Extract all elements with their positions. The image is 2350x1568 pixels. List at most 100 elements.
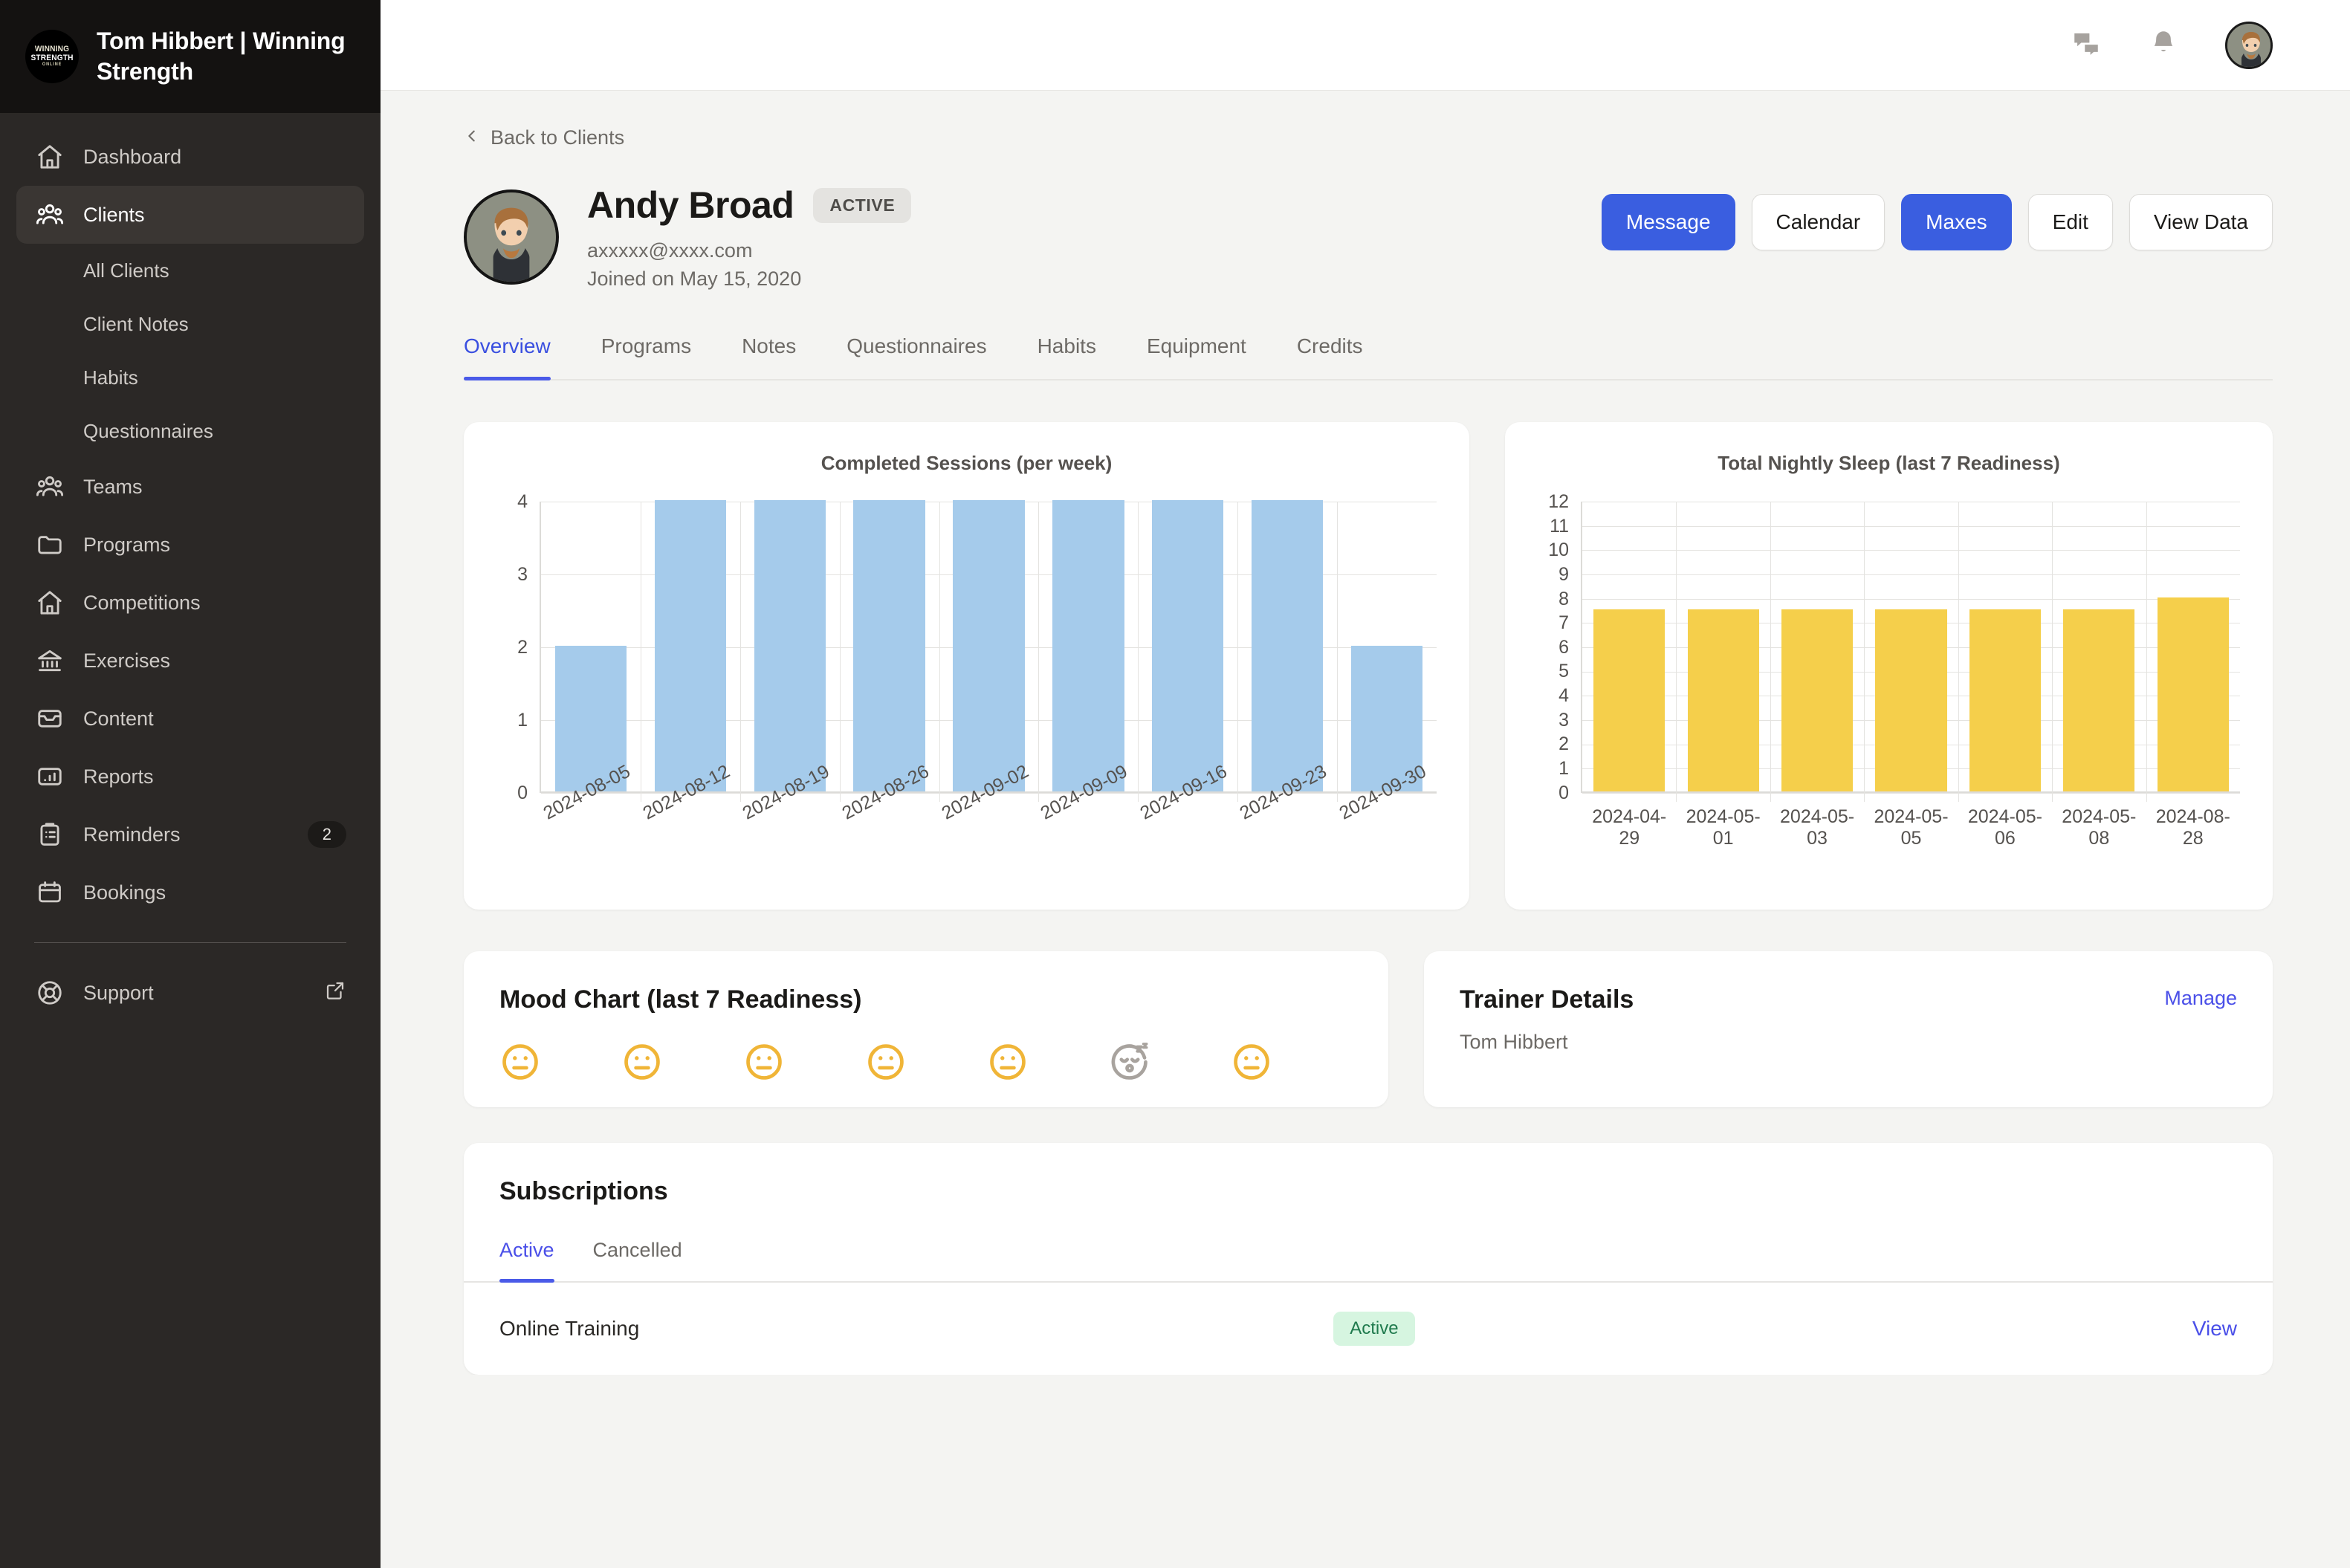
sidebar-item-clients[interactable]: Clients bbox=[16, 186, 364, 244]
bar-chart-icon bbox=[34, 761, 65, 792]
home-icon bbox=[34, 141, 65, 172]
bar[interactable] bbox=[1687, 609, 1759, 791]
external-link-icon bbox=[324, 979, 346, 1007]
gridline bbox=[1582, 792, 2240, 794]
maxes-button[interactable]: Maxes bbox=[1901, 194, 2012, 250]
reminders-badge: 2 bbox=[307, 821, 346, 848]
sidebar-item-label: Support bbox=[83, 981, 154, 1004]
subscription-view-link[interactable]: View bbox=[2192, 1317, 2237, 1341]
tab-questionnaires[interactable]: Questionnaires bbox=[821, 334, 1011, 379]
bar[interactable] bbox=[1152, 499, 1224, 791]
trainer-name: Tom Hibbert bbox=[1460, 1030, 1568, 1053]
breadcrumb[interactable]: Back to Clients bbox=[464, 126, 2273, 149]
mood-faces bbox=[499, 1041, 1353, 1083]
sidebar-item-label: Dashboard bbox=[83, 145, 182, 168]
plot-area bbox=[540, 499, 1437, 802]
client-tabs: Overview Programs Notes Questionnaires H… bbox=[464, 334, 2273, 380]
page-content: Back to Clients Andy Broad ACTIVE axxxxx… bbox=[381, 91, 2350, 1375]
bar-cell bbox=[641, 499, 740, 791]
inbox-icon bbox=[34, 703, 65, 734]
bar-cell bbox=[1676, 502, 1770, 791]
avatar[interactable] bbox=[2225, 21, 2273, 69]
bell-icon[interactable] bbox=[2148, 27, 2179, 62]
sidebar-item-programs[interactable]: Programs bbox=[16, 516, 364, 574]
chevron-left-icon bbox=[464, 126, 480, 149]
sidebar-item-dashboard[interactable]: Dashboard bbox=[16, 128, 364, 186]
clipboard-icon bbox=[34, 819, 65, 850]
edit-button[interactable]: Edit bbox=[2027, 194, 2113, 250]
bank-icon bbox=[34, 645, 65, 676]
tab-notes[interactable]: Notes bbox=[716, 334, 821, 379]
bar-cell bbox=[1138, 499, 1237, 791]
bar[interactable] bbox=[1875, 609, 1947, 791]
bar[interactable] bbox=[654, 499, 727, 791]
sidebar-item-reminders[interactable]: Reminders 2 bbox=[16, 806, 364, 864]
calendar-button[interactable]: Calendar bbox=[1751, 194, 1885, 250]
logo-line-3: ONLINE bbox=[42, 62, 62, 68]
bar[interactable] bbox=[2157, 597, 2229, 791]
sidebar-item-teams[interactable]: Teams bbox=[16, 458, 364, 516]
brand-header[interactable]: WINNING STRENGTH ONLINE Tom Hibbert | Wi… bbox=[0, 0, 381, 113]
tab-programs[interactable]: Programs bbox=[576, 334, 716, 379]
sidebar-item-support[interactable]: Support bbox=[16, 964, 364, 1022]
bar[interactable] bbox=[1781, 609, 1854, 791]
sidebar-item-label: Reports bbox=[83, 765, 154, 788]
tab-active-subscriptions[interactable]: Active bbox=[499, 1239, 574, 1283]
client-email: axxxxx@xxxx.com bbox=[587, 239, 753, 262]
tab-cancelled-subscriptions[interactable]: Cancelled bbox=[574, 1239, 702, 1281]
sidebar-item-bookings[interactable]: Bookings bbox=[16, 864, 364, 921]
sidebar-item-label: Exercises bbox=[83, 649, 171, 672]
client-name-row: Andy Broad ACTIVE bbox=[587, 184, 912, 227]
bars bbox=[1582, 502, 2240, 791]
mood-face-neutral-icon bbox=[1231, 1041, 1353, 1083]
bar-cell bbox=[1237, 499, 1337, 791]
bar-cell bbox=[2146, 502, 2240, 791]
completed-sessions-chart: Completed Sessions (per week) 4 3 2 1 0 2024-… bbox=[464, 421, 1470, 910]
x-tick-label: 2024-05-06 bbox=[1967, 806, 2042, 849]
chart-plot: 4 3 2 1 0 2024-08-05 2024-08-12 2024-08-19 2024-… bbox=[496, 492, 1437, 828]
message-button[interactable]: Message bbox=[1601, 194, 1735, 250]
bar-cell bbox=[1864, 502, 1958, 791]
users-icon bbox=[34, 471, 65, 502]
sidebar-item-content[interactable]: Content bbox=[16, 690, 364, 748]
tab-overview[interactable]: Overview bbox=[464, 334, 576, 380]
sidebar-item-label: Bookings bbox=[83, 881, 166, 904]
bar-cell bbox=[840, 499, 939, 791]
sidebar-item-exercises[interactable]: Exercises bbox=[16, 632, 364, 690]
bar[interactable] bbox=[1052, 499, 1124, 791]
brand-logo-icon: WINNING STRENGTH ONLINE bbox=[25, 30, 79, 83]
sidebar-item-reports[interactable]: Reports bbox=[16, 748, 364, 806]
sidebar-item-habits[interactable]: Habits bbox=[16, 351, 364, 404]
mood-face-sleeping-icon bbox=[1109, 1041, 1231, 1083]
sidebar-item-label: Programs bbox=[83, 533, 171, 556]
mood-face-neutral-icon bbox=[743, 1041, 865, 1083]
tab-habits[interactable]: Habits bbox=[1012, 334, 1121, 379]
bar[interactable] bbox=[2063, 609, 2135, 791]
bar[interactable] bbox=[953, 499, 1025, 791]
view-data-button[interactable]: View Data bbox=[2129, 194, 2273, 250]
chat-bubbles-icon[interactable] bbox=[2071, 27, 2102, 62]
sidebar: WINNING STRENGTH ONLINE Tom Hibbert | Wi… bbox=[0, 0, 381, 1568]
tab-credits[interactable]: Credits bbox=[1272, 334, 1388, 379]
y-axis: 12 11 10 9 8 7 6 5 4 3 2 1 0 bbox=[1548, 490, 1570, 803]
plot-wrap: 12 11 10 9 8 7 6 5 4 3 2 1 0 bbox=[1538, 490, 2240, 803]
trainer-details-title: Trainer Details bbox=[1460, 985, 1634, 1014]
sidebar-item-all-clients[interactable]: All Clients bbox=[16, 244, 364, 297]
bar[interactable] bbox=[1969, 609, 2041, 791]
plot-wrap: 43210 bbox=[496, 492, 1437, 802]
tab-equipment[interactable]: Equipment bbox=[1121, 334, 1272, 379]
bar[interactable] bbox=[1251, 499, 1324, 791]
bar[interactable] bbox=[1593, 609, 1666, 791]
bar[interactable] bbox=[754, 499, 826, 791]
bar[interactable] bbox=[853, 499, 925, 791]
bar-cell bbox=[541, 502, 641, 791]
sidebar-item-questionnaires[interactable]: Questionnaires bbox=[16, 404, 364, 458]
sidebar-item-client-notes[interactable]: Client Notes bbox=[16, 297, 364, 351]
x-tick-label: 2024-05-01 bbox=[1686, 806, 1761, 849]
bars bbox=[541, 499, 1437, 791]
manage-link[interactable]: Manage bbox=[2164, 987, 2237, 1010]
bar-cell bbox=[2052, 502, 2146, 791]
header-actions: Message Calendar Maxes Edit View Data bbox=[1601, 184, 2273, 250]
status-badge: ACTIVE bbox=[813, 187, 912, 223]
sidebar-item-competitions[interactable]: Competitions bbox=[16, 574, 364, 632]
